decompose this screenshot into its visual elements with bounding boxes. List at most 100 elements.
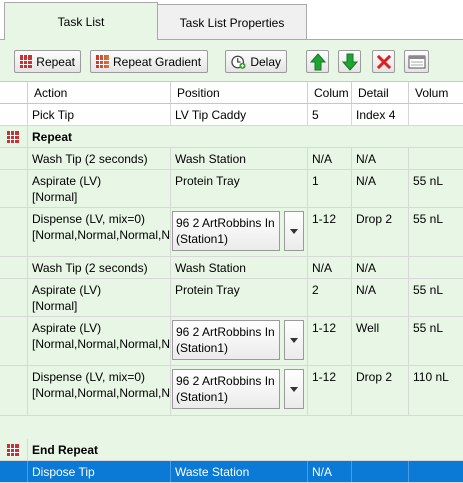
dropdown-toggle-button[interactable] — [284, 320, 304, 360]
column-cell: N/A — [308, 148, 352, 169]
position-dropdown[interactable]: 96 2 ArtRobbins In (Station1) — [172, 369, 305, 411]
repeat-grid-icon — [20, 55, 33, 68]
task-list-panel: Repeat Repeat Gradient Delay Action Posi… — [0, 39, 463, 483]
delete-button[interactable] — [372, 50, 395, 73]
header-position[interactable]: Position — [171, 82, 308, 104]
table-row[interactable]: Aspirate (LV) [Normal] Protein Tray 2 N/… — [0, 279, 463, 317]
action-cell: Aspirate (LV) [Normal] — [28, 279, 171, 316]
move-up-button[interactable] — [306, 50, 329, 73]
tab-task-list[interactable]: Task List — [4, 2, 158, 40]
row-gutter — [0, 104, 28, 125]
tab-task-list-properties[interactable]: Task List Properties — [157, 4, 307, 40]
repeat-gradient-icon — [96, 55, 109, 68]
header-blank — [0, 82, 28, 104]
row-gutter — [0, 148, 28, 169]
action-cell: Dispense (LV, mix=0) [Normal,Normal,Norm… — [28, 208, 171, 256]
table-row-selected[interactable]: Dispose Tip Waste Station N/A — [0, 461, 463, 483]
detail-cell: Well — [352, 317, 409, 365]
position-cell: Protein Tray — [171, 170, 308, 207]
row-gutter — [0, 170, 28, 207]
detail-cell: Index 4 — [352, 104, 409, 125]
position-dropdown[interactable]: 96 2 ArtRobbins In (Station1) — [172, 320, 305, 362]
task-table: Action Position Colum Detail Volum Pick … — [0, 81, 463, 483]
volume-cell — [409, 148, 463, 169]
column-cell: 1-12 — [308, 317, 352, 365]
delay-button[interactable]: Delay — [225, 50, 287, 73]
properties-icon — [408, 55, 425, 68]
action-cell: Dispose Tip — [28, 461, 171, 482]
repeat-button[interactable]: Repeat — [14, 50, 81, 73]
dropdown-toggle-button[interactable] — [284, 369, 304, 409]
detail-cell: Drop 2 — [352, 208, 409, 256]
end-repeat-label: End Repeat — [32, 443, 99, 457]
table-row[interactable]: Aspirate (LV) [Normal,Normal,Normal,No 9… — [0, 317, 463, 366]
repeat-start-row[interactable]: Repeat — [0, 126, 463, 148]
repeat-button-label: Repeat — [36, 54, 75, 69]
detail-cell: N/A — [352, 170, 409, 207]
position-dropdown-value[interactable]: 96 2 ArtRobbins In (Station1) — [172, 211, 280, 251]
header-column[interactable]: Colum — [308, 82, 352, 104]
dropdown-toggle-button[interactable] — [284, 211, 304, 251]
position-cell: Protein Tray — [171, 279, 308, 316]
repeat-gradient-button-label: Repeat Gradient — [113, 54, 202, 69]
volume-cell: 55 nL — [413, 283, 444, 297]
column-cell: 2 — [308, 279, 352, 316]
column-cell: 1 — [308, 170, 352, 207]
row-gutter — [0, 439, 28, 460]
volume-cell: 55 nL — [413, 321, 444, 335]
toolbar: Repeat Repeat Gradient Delay — [0, 40, 463, 80]
header-detail[interactable]: Detail — [352, 82, 409, 104]
table-row[interactable]: Pick Tip LV Tip Caddy 5 Index 4 — [0, 104, 463, 126]
chevron-down-icon — [290, 337, 298, 343]
position-cell: LV Tip Caddy — [171, 104, 308, 125]
column-cell: N/A — [308, 461, 352, 482]
properties-button[interactable] — [404, 50, 429, 73]
row-gutter — [0, 461, 28, 482]
action-cell: Aspirate (LV) [Normal] — [28, 170, 171, 207]
clock-icon — [231, 55, 246, 69]
row-gutter — [0, 317, 28, 365]
action-cell: Wash Tip (2 seconds) — [28, 257, 171, 278]
volume-cell — [409, 461, 463, 482]
action-cell: Pick Tip — [28, 104, 171, 125]
volume-cell: 55 nL — [413, 212, 444, 226]
column-cell: N/A — [308, 257, 352, 278]
position-cell: Waste Station — [171, 461, 308, 482]
action-cell: Dispense (LV, mix=0) [Normal,Normal,Norm… — [28, 366, 171, 415]
arrow-up-icon — [309, 52, 326, 70]
table-row[interactable]: Wash Tip (2 seconds) Wash Station N/A N/… — [0, 148, 463, 170]
action-cell: Wash Tip (2 seconds) — [28, 148, 171, 169]
chevron-down-icon — [290, 386, 298, 392]
position-dropdown[interactable]: 96 2 ArtRobbins In (Station1) — [172, 211, 305, 253]
repeat-grid-icon — [7, 444, 19, 456]
tab-strip: Task List Task List Properties — [0, 0, 463, 40]
action-cell: Aspirate (LV) [Normal,Normal,Normal,No — [28, 317, 171, 365]
repeat-grid-icon — [7, 131, 19, 143]
position-cell: Wash Station — [171, 148, 308, 169]
column-cell: 1-12 — [308, 366, 352, 415]
move-down-button[interactable] — [338, 50, 361, 73]
row-gutter — [0, 279, 28, 316]
row-gutter — [0, 126, 28, 147]
detail-cell: Drop 2 — [352, 366, 409, 415]
repeat-gradient-button[interactable]: Repeat Gradient — [90, 50, 208, 73]
volume-cell: 55 nL — [413, 174, 444, 188]
position-dropdown-value[interactable]: 96 2 ArtRobbins In (Station1) — [172, 320, 280, 360]
position-cell: Wash Station — [171, 257, 308, 278]
volume-cell — [409, 257, 463, 278]
detail-cell: N/A — [352, 148, 409, 169]
repeat-end-row[interactable]: End Repeat — [0, 439, 463, 461]
table-row[interactable]: Wash Tip (2 seconds) Wash Station N/A N/… — [0, 257, 463, 279]
table-row[interactable]: Dispense (LV, mix=0) [Normal,Normal,Norm… — [0, 208, 463, 257]
position-dropdown-value[interactable]: 96 2 ArtRobbins In (Station1) — [172, 369, 280, 409]
table-row[interactable]: Dispense (LV, mix=0) [Normal,Normal,Norm… — [0, 366, 463, 416]
header-volume[interactable]: Volum — [409, 82, 463, 104]
volume-cell: 110 nL — [413, 370, 449, 384]
column-cell: 5 — [308, 104, 352, 125]
detail-cell: N/A — [352, 257, 409, 278]
table-row[interactable]: Aspirate (LV) [Normal] Protein Tray 1 N/… — [0, 170, 463, 208]
detail-cell: N/A — [352, 279, 409, 316]
row-gutter — [0, 208, 28, 256]
row-gutter — [0, 366, 28, 415]
header-action[interactable]: Action — [28, 82, 171, 104]
